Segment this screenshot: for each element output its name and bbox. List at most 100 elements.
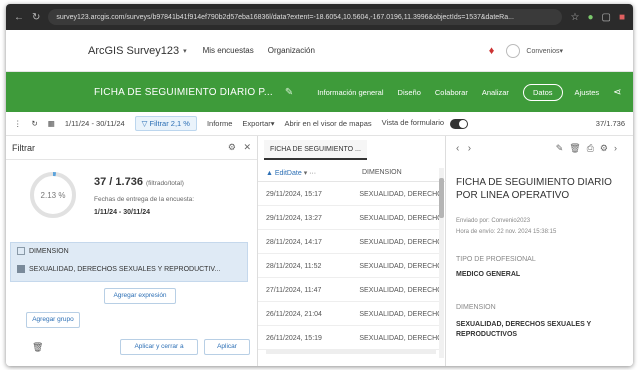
chevron-right-icon[interactable]: › [614, 143, 623, 153]
filter-count: 37 / 1.736 [94, 176, 143, 188]
columns-icon[interactable]: ⋮ [14, 119, 22, 128]
vertical-scrollbar[interactable] [439, 168, 444, 358]
table-row[interactable]: 26/11/2024, 15:19 SEXUALIDAD, DERECHC [258, 328, 440, 350]
sent-time-label: Hora de envío: [456, 229, 496, 235]
sent-time-value: 22 nov. 2024 15:38:15 [497, 229, 557, 235]
field-icon [17, 247, 25, 255]
data-toolbar: ⋮ ↻ ▦ 1/11/24 - 30/11/24 ▽ Filtrar 2,1 %… [6, 112, 633, 136]
filter-panel: Filtrar ⚙ ✕ 2.13 % 37 / 1.736 (filtrado/… [6, 136, 258, 366]
share-icon[interactable]: ⋖ [613, 87, 621, 98]
tab-analyze[interactable]: Analizar [482, 88, 509, 97]
filter-button[interactable]: ▽ Filtrar 2,1 % [134, 116, 197, 131]
apply-close-button[interactable]: Aplicar y cerrar a [120, 339, 198, 355]
row-dimension: SEXUALIDAD, DERECHC [359, 335, 440, 342]
col-editdate[interactable]: ▲ EditDate ▾ ··· [258, 169, 362, 177]
row-date: 29/11/2024, 13:27 [266, 215, 322, 222]
filter-count-sub: (filtrado/total) [146, 180, 184, 187]
filter-stat: 37 / 1.736 (filtrado/total) [94, 176, 184, 188]
export-button[interactable]: Exportar▾ [242, 119, 274, 128]
avatar[interactable] [506, 44, 521, 58]
app-header: ArcGIS Survey123 ▾ Mis encuestas Organiz… [6, 30, 633, 72]
survey-title: FICHA DE SEGUIMIENTO DIARIO P... [94, 86, 273, 98]
field-value-dimension: SEXUALIDAD, DERECHOS SEXUALES Y REPRODUC… [456, 321, 592, 338]
settings-icon[interactable]: ⚙ [228, 142, 236, 152]
horizontal-scrollbar[interactable] [266, 349, 436, 354]
open-map-viewer-button[interactable]: Abrir en el visor de mapas [285, 119, 372, 128]
url-text: survey123.arcgis.com/surveys/b97841b41f9… [56, 13, 514, 21]
filter-panel-title: Filtrar [12, 142, 35, 153]
tab-data[interactable]: Datos [522, 83, 563, 101]
back-icon[interactable]: ← [14, 12, 24, 23]
row-dimension: SEXUALIDAD, DERECHC [359, 191, 440, 198]
edit-icon[interactable]: ✎ [556, 143, 570, 153]
records-tab[interactable]: FICHA DE SEGUIMIENTO ... [264, 140, 367, 160]
filter-panel-header: Filtrar ⚙ ✕ [6, 136, 257, 160]
detail-title: FICHA DE SEGUIMIENTO DIARIO POR LINEA OP… [456, 177, 612, 201]
sent-by-label: Enviado por: [456, 218, 490, 224]
prev-icon[interactable]: ‹ [456, 143, 459, 154]
row-date: 28/11/2024, 14:17 [266, 239, 322, 246]
refresh-icon[interactable]: ↻ [32, 119, 38, 128]
chevron-down-icon[interactable]: ▾ [183, 47, 187, 55]
dimension-title: DIMENSION [17, 247, 69, 255]
chevron-down-icon[interactable]: ▾ [559, 47, 563, 55]
notification-icon[interactable]: ♦ [489, 45, 495, 57]
row-date: 26/11/2024, 21:04 [266, 311, 322, 318]
next-icon[interactable]: › [468, 143, 471, 154]
filter-icon: ▽ [141, 119, 150, 128]
tab-design[interactable]: Diseño [398, 88, 421, 97]
nav-my-surveys[interactable]: Mis encuestas [203, 46, 254, 55]
delete-icon[interactable]: 🗑 [569, 143, 586, 153]
row-dimension: SEXUALIDAD, DERECHC [359, 239, 440, 246]
toggle-switch[interactable] [450, 118, 469, 129]
dimension-value[interactable]: SEXUALIDAD, DERECHOS SEXUALES Y REPRODUC… [17, 265, 220, 273]
form-view-toggle[interactable]: Vista de formulario [381, 118, 469, 129]
col-dimension[interactable]: DIMENSION [362, 169, 402, 176]
address-bar[interactable]: survey123.arcgis.com/surveys/b97841b41f9… [48, 9, 563, 25]
export-label: Exportar [242, 119, 271, 128]
row-date: 26/11/2024, 15:19 [266, 335, 322, 342]
calendar-icon[interactable]: ▦ [48, 119, 55, 128]
row-date: 27/11/2024, 11:47 [266, 287, 322, 294]
add-group-button[interactable]: Agregar grupo [26, 312, 80, 328]
date-range-button[interactable]: 1/11/24 - 30/11/24 [65, 119, 125, 128]
reload-icon[interactable]: ↻ [32, 12, 40, 23]
table-row[interactable]: 29/11/2024, 13:27 SEXUALIDAD, DERECHC [258, 208, 440, 230]
shield-icon[interactable]: ● [587, 12, 593, 23]
apply-button[interactable]: Aplicar [204, 339, 250, 355]
app-brand[interactable]: ArcGIS Survey123 [88, 45, 179, 57]
star-icon[interactable]: ☆ [570, 12, 579, 23]
date-range: 1/11/24 - 30/11/24 [94, 209, 151, 216]
form-view-label: Vista de formulario [381, 118, 445, 128]
print-icon[interactable]: ⎙ [587, 143, 600, 153]
row-date: 28/11/2024, 11:52 [266, 263, 322, 270]
edit-icon[interactable]: ✎ [285, 87, 293, 98]
user-menu[interactable]: Convenios [526, 48, 559, 55]
scroll-thumb[interactable] [439, 178, 444, 218]
row-dimension: SEXUALIDAD, DERECHC [359, 263, 440, 270]
table-row[interactable]: 28/11/2024, 11:52 SEXUALIDAD, DERECHC [258, 256, 440, 278]
dimension-title-text: DIMENSION [29, 247, 69, 255]
table-row[interactable]: 29/11/2024, 15:17 SEXUALIDAD, DERECHC [258, 184, 440, 206]
extensions-icon[interactable]: ▢ [602, 12, 611, 23]
table-row[interactable]: 27/11/2024, 11:47 SEXUALIDAD, DERECHC [258, 280, 440, 302]
dimension-value-text: SEXUALIDAD, DERECHOS SEXUALES Y REPRODUC… [29, 265, 221, 273]
dimension-filter[interactable]: DIMENSION SEXUALIDAD, DERECHOS SEXUALES … [10, 242, 248, 282]
tab-overview[interactable]: Información general [317, 88, 383, 97]
report-button[interactable]: Informe [207, 119, 232, 128]
table-row[interactable]: 28/11/2024, 14:17 SEXUALIDAD, DERECHC [258, 232, 440, 254]
record-count: 37/1.736 [595, 119, 625, 128]
add-expression-button[interactable]: Agregar expresión [104, 288, 176, 304]
tab-collaborate[interactable]: Colaborar [435, 88, 468, 97]
tab-settings[interactable]: Ajustes [575, 88, 600, 97]
settings-icon[interactable]: ⚙ [600, 143, 614, 153]
column-menu-icon[interactable]: ▾ ··· [304, 170, 316, 177]
row-dimension: SEXUALIDAD, DERECHC [359, 287, 440, 294]
table-row[interactable]: 26/11/2024, 21:04 SEXUALIDAD, DERECHC [258, 304, 440, 326]
field-label-profesional: TIPO DE PROFESIONAL [456, 256, 536, 263]
close-icon[interactable]: ✕ [243, 142, 251, 152]
profile-icon[interactable]: ■ [619, 12, 625, 23]
nav-organization[interactable]: Organización [268, 46, 315, 55]
app-window: ← ↻ survey123.arcgis.com/surveys/b97841b… [6, 4, 633, 366]
trash-icon[interactable]: 🗑 [32, 342, 43, 353]
